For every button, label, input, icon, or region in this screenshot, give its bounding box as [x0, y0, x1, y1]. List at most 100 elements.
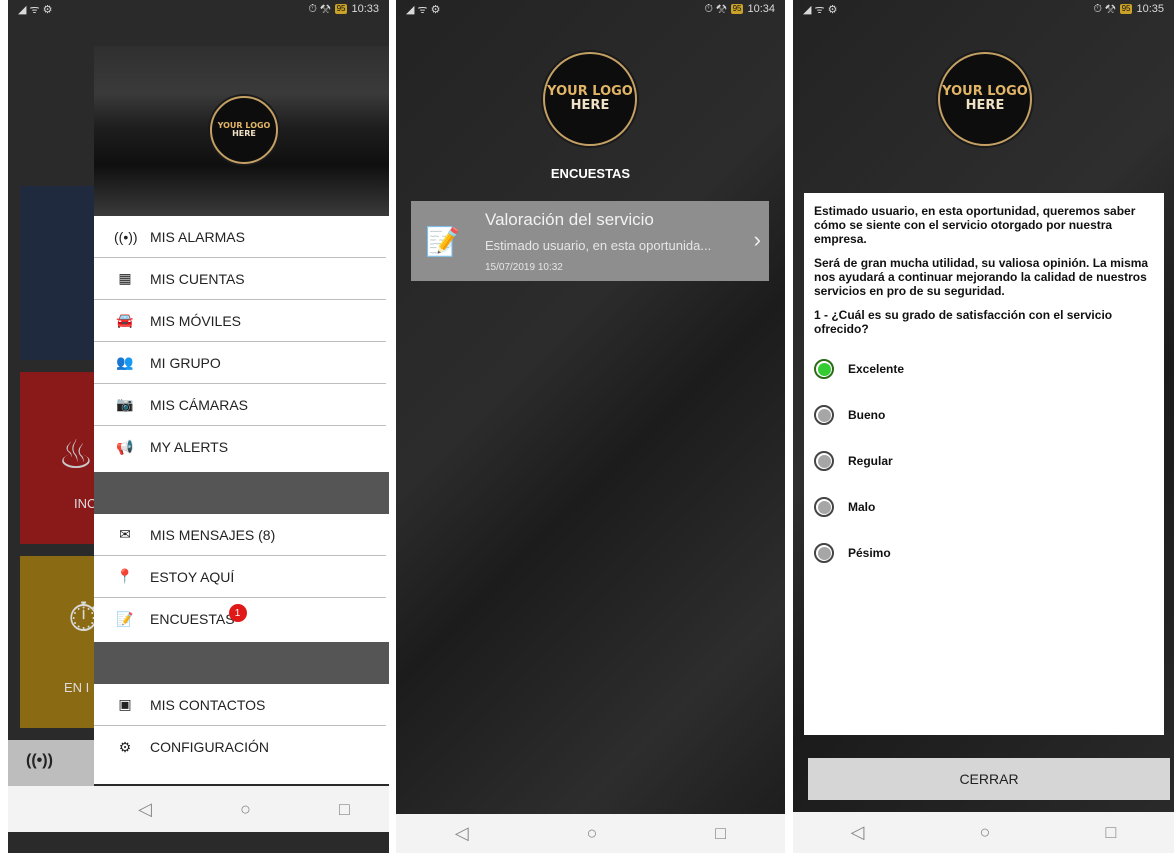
recent-apps-button[interactable]: □: [339, 799, 350, 820]
dashboard-tile-yellow[interactable]: ⏱ EN I: [20, 556, 100, 728]
back-button[interactable]: ◁: [138, 799, 152, 820]
answer-option[interactable]: Excelente: [814, 346, 1154, 392]
survey-date: 15/07/2019 10:32: [485, 262, 563, 273]
menu-item-icon: 📝: [116, 610, 134, 627]
menu-item[interactable]: 📍 ESTOY AQUÍ: [94, 556, 386, 598]
menu-item-icon: ✉: [119, 526, 131, 542]
system-nav-bar: ◁ ○ □: [793, 812, 1174, 853]
dashboard-bottom-bar: ((•)): [8, 740, 94, 786]
answer-option[interactable]: Regular: [814, 438, 1154, 484]
status-time: 10:34: [747, 3, 775, 15]
signal-icons: ◢ ᯤ ⚙: [18, 3, 53, 16]
logo-text-line2: HERE: [965, 98, 1005, 113]
menu-item-label: ESTOY AQUÍ: [150, 568, 235, 585]
dashboard-tile-blue[interactable]: [20, 186, 100, 360]
system-nav-bar: ◁ ○ □: [94, 786, 389, 832]
menu-item-label: MIS MENSAJES (8): [150, 526, 276, 543]
system-nav-bar: ◁ ○ □: [396, 814, 785, 853]
survey-title: Valoración del servicio: [485, 210, 654, 229]
nav-bar-filler: [8, 786, 94, 832]
menu-item-label: MIS CONTACTOS: [150, 696, 266, 713]
company-logo: YOUR LOGO HERE: [938, 52, 1032, 146]
answer-option-label: Regular: [848, 454, 893, 468]
alarm-signal-icon[interactable]: ((•)): [26, 752, 53, 770]
home-button[interactable]: ○: [240, 799, 251, 820]
radio-button[interactable]: [814, 543, 834, 563]
radio-button[interactable]: [814, 405, 834, 425]
menu-item-label: MIS ALARMAS: [150, 228, 245, 245]
radio-dot: [817, 408, 831, 422]
survey-intro: Estimado usuario, en esta oportunidad, q…: [814, 204, 1136, 246]
chevron-right-icon: ›: [753, 227, 761, 252]
answer-option-label: Bueno: [848, 408, 886, 422]
recent-apps-button[interactable]: □: [1106, 822, 1117, 843]
home-button[interactable]: ○: [587, 823, 598, 844]
answer-option[interactable]: Pésimo: [814, 530, 1154, 576]
survey-intro: Será de gran mucha utilidad, su valiosa …: [814, 256, 1149, 298]
radio-dot: [817, 362, 831, 376]
back-button[interactable]: ◁: [455, 823, 469, 844]
status-time: 10:33: [351, 3, 379, 15]
home-button[interactable]: ○: [980, 822, 991, 843]
radio-dot: [817, 454, 831, 468]
answer-option-label: Pésimo: [848, 546, 891, 560]
close-button[interactable]: CERRAR: [808, 758, 1170, 800]
menu-item[interactable]: 👥 MI GRUPO: [94, 342, 386, 384]
radio-dot: [817, 500, 831, 514]
answer-option[interactable]: Bueno: [814, 392, 1154, 438]
dashboard-tile-red[interactable]: ♨ INC: [20, 372, 100, 544]
alarm-icons: ⏱ ⚒: [704, 2, 727, 15]
logo-text-line1: YOUR LOGO: [547, 84, 633, 100]
logo-text-line1: YOUR LOGO: [942, 84, 1028, 100]
menu-item[interactable]: 📝 ENCUESTAS 1: [94, 598, 386, 640]
menu-item[interactable]: 📷 MIS CÁMARAS: [94, 384, 386, 426]
menu-item[interactable]: ((•)) MIS ALARMAS: [94, 216, 386, 258]
survey-list-item[interactable]: 📝 Valoración del servicio Estimado usuar…: [411, 201, 769, 281]
menu-item-icon: ((•)): [114, 228, 138, 245]
menu-item[interactable]: ▣ MIS CONTACTOS: [94, 684, 386, 726]
menu-item-icon: 📢: [116, 438, 134, 455]
menu-item[interactable]: ✉ MIS MENSAJES (8): [94, 514, 386, 556]
radio-button[interactable]: [814, 451, 834, 471]
menu-item-label: MIS MÓVILES: [150, 312, 242, 329]
alarm-icons: ⏱ ⚒: [308, 2, 331, 15]
menu-item[interactable]: 🚘 MIS MÓVILES: [94, 300, 386, 342]
menu-item-icon: ▣: [118, 696, 132, 712]
menu-item-label: MIS CÁMARAS: [150, 396, 249, 413]
menu-item[interactable]: 📢 MY ALERTS: [94, 426, 386, 468]
menu-item-icon: 📷: [116, 396, 134, 412]
phone-screen-menu: ◢ ᯤ ⚙ ⏱ ⚒ 95 10:33 ♨ INC ⏱ EN I ((•)) YO…: [8, 0, 389, 853]
radio-dot: [817, 546, 831, 560]
menu-item-icon: ▦: [118, 270, 132, 286]
radio-button[interactable]: [814, 359, 834, 379]
menu-item-icon: 🚘: [116, 312, 134, 328]
menu-divider: [94, 642, 389, 684]
menu-item-icon: 📍: [116, 568, 134, 584]
signal-icons: ◢ ᯤ ⚙: [803, 3, 838, 16]
recent-apps-button[interactable]: □: [715, 823, 726, 844]
menu-divider: [94, 472, 389, 514]
menu-item[interactable]: ▦ MIS CUENTAS: [94, 258, 386, 300]
company-logo: YOUR LOGO HERE: [210, 96, 278, 164]
notification-badge: 1: [228, 604, 247, 622]
battery-icon: 95: [1119, 4, 1133, 14]
back-button[interactable]: ◁: [851, 822, 865, 843]
answer-option-label: Malo: [848, 500, 876, 514]
menu-item[interactable]: ⚙ CONFIGURACIÓN: [94, 726, 386, 768]
radio-button[interactable]: [814, 497, 834, 517]
battery-icon: 95: [334, 4, 348, 14]
status-bar: ◢ ᯤ ⚙ ⏱ ⚒ 95 10:33: [8, 0, 389, 18]
menu-item-label: MIS CUENTAS: [150, 270, 245, 287]
signal-icons: ◢ ᯤ ⚙: [406, 3, 441, 16]
menu-item-label: MY ALERTS: [150, 439, 229, 455]
survey-question: 1 - ¿Cuál es su grado de satisfacción co…: [814, 308, 1113, 336]
phone-screen-survey-form: ◢ ᯤ ⚙ ⏱ ⚒ 95 10:35 YOUR LOGO HERE Estima…: [793, 0, 1174, 853]
menu-item-label: CONFIGURACIÓN: [150, 739, 269, 755]
menu-item-label: ENCUESTAS: [150, 611, 235, 627]
menu-item-icon: ⚙: [118, 738, 132, 755]
company-logo: YOUR LOGO HERE: [543, 52, 637, 146]
survey-clipboard-icon: 📝: [425, 226, 460, 257]
battery-icon: 95: [730, 4, 744, 14]
answer-option[interactable]: Malo: [814, 484, 1154, 530]
phone-screen-survey-list: ◢ ᯤ ⚙ ⏱ ⚒ 95 10:34 YOUR LOGO HERE ENCUES…: [396, 0, 785, 853]
